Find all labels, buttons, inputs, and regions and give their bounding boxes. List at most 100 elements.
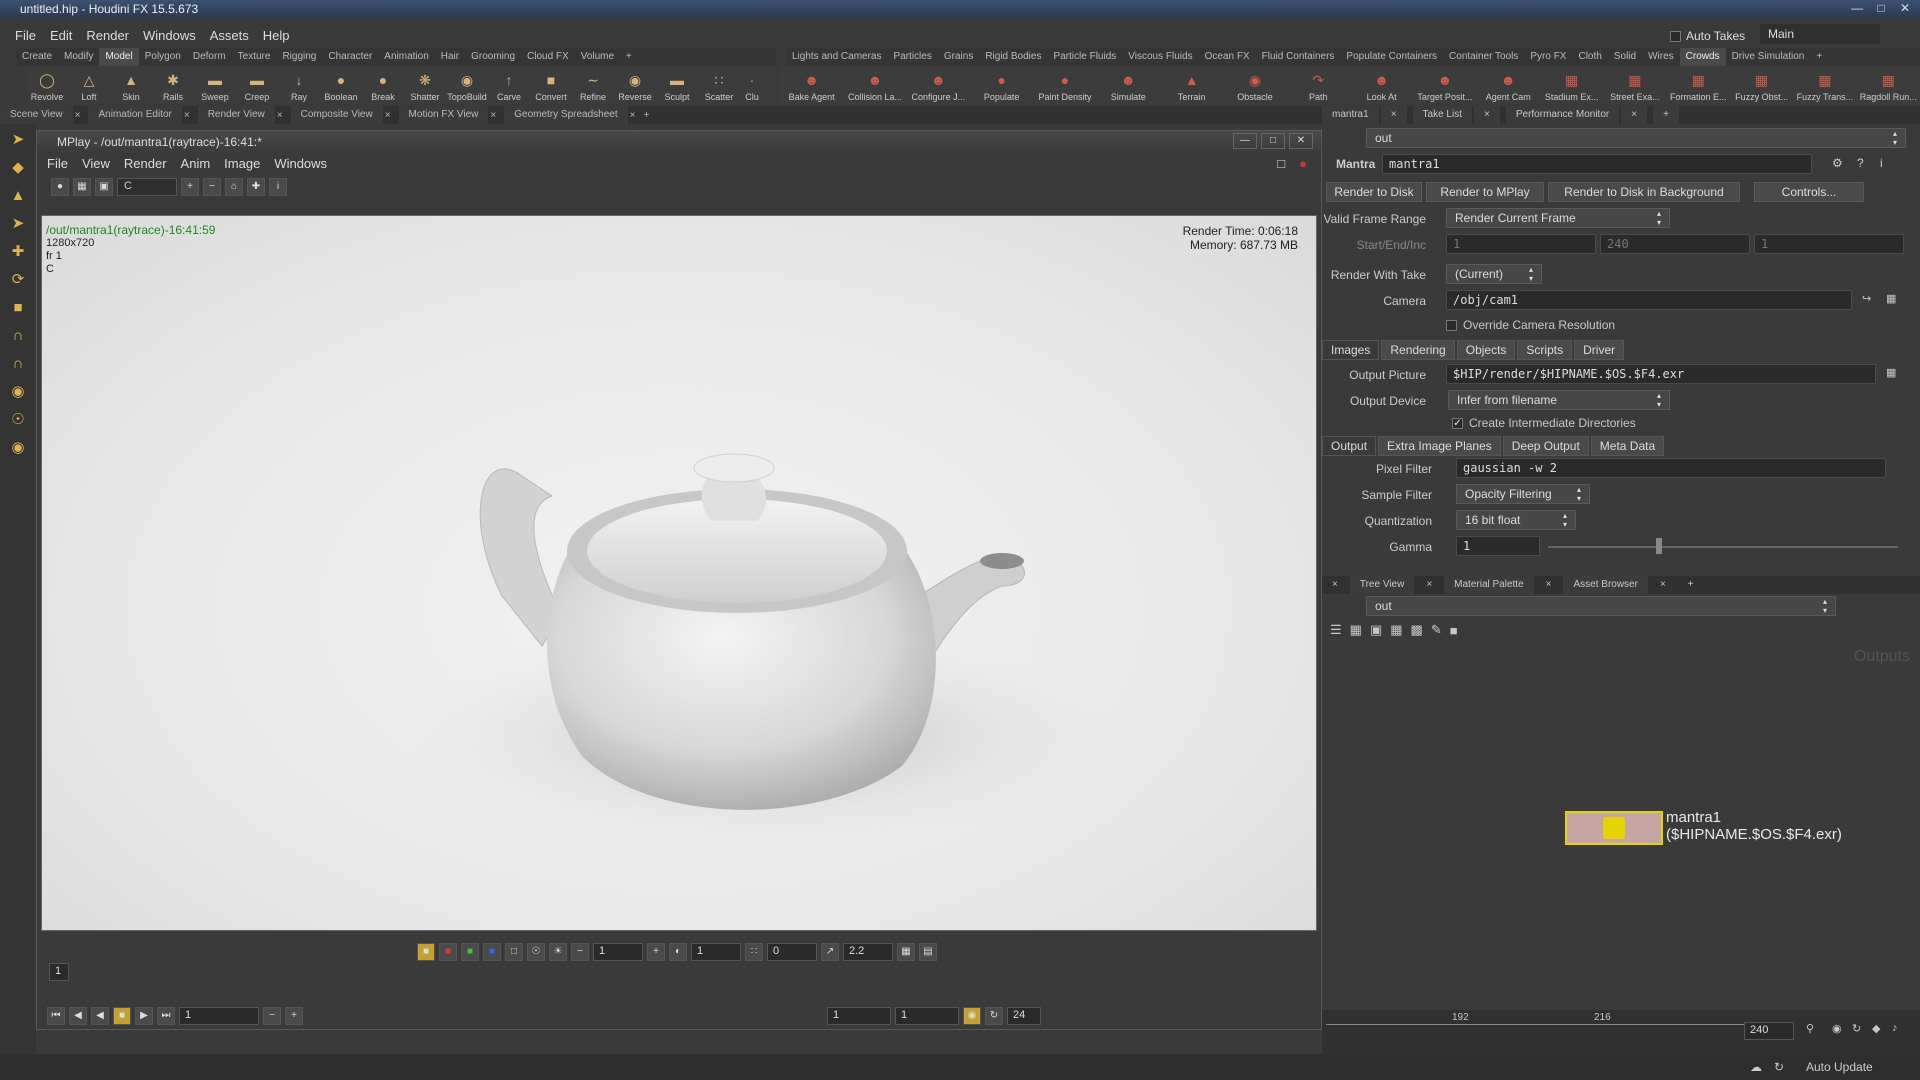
prev-key-icon[interactable]: ◀ xyxy=(69,1007,87,1025)
list-icon[interactable]: ☰ xyxy=(1330,622,1342,638)
tab-motion-fx-view[interactable]: Motion FX View xyxy=(398,106,489,124)
inc-frame-field[interactable]: 1 xyxy=(1754,234,1904,254)
controls-button[interactable]: Controls... xyxy=(1754,182,1864,202)
tool-skin[interactable]: ▲ Skin xyxy=(110,69,152,102)
tool-street-example[interactable]: ▦ Street Exa... xyxy=(1603,69,1666,102)
camera-field[interactable]: /obj/cam1 xyxy=(1446,290,1852,310)
tool-populate[interactable]: ● Populate xyxy=(970,69,1033,102)
tool-refine[interactable]: ∼ Refine xyxy=(572,69,614,102)
shelf-tab-animation[interactable]: Animation xyxy=(378,48,434,66)
node-name-field[interactable]: mantra1 xyxy=(1382,154,1812,174)
menu-assets[interactable]: Assets xyxy=(203,26,256,46)
shelf-tab-lights-cameras[interactable]: Lights and Cameras xyxy=(786,48,888,66)
render-background-button[interactable]: Render to Disk in Background xyxy=(1548,182,1740,202)
tool-convert[interactable]: ■ Convert xyxy=(530,69,572,102)
shelf-tab-model[interactable]: Model xyxy=(99,48,139,66)
shelf-tab-hair[interactable]: Hair xyxy=(435,48,465,66)
close-button[interactable]: ✕ xyxy=(1894,0,1916,16)
close-tab-icon[interactable]: × xyxy=(630,110,636,121)
close-tab-icon[interactable]: × xyxy=(1536,576,1562,594)
red-channel-icon[interactable]: ■ xyxy=(439,943,457,961)
tool-stadium-example[interactable]: ▦ Stadium Ex... xyxy=(1540,69,1603,102)
magnifier-icon[interactable]: ⚲ xyxy=(1806,1022,1814,1035)
close-tab-icon[interactable]: × xyxy=(184,110,190,121)
current-frame-field[interactable]: 1 xyxy=(179,1007,259,1025)
pose-icon[interactable]: ➤ xyxy=(6,212,30,236)
tab-take-list[interactable]: Take List xyxy=(1412,106,1472,124)
help-icon[interactable]: ? xyxy=(1857,156,1864,170)
tool-collision-layer[interactable]: ☻ Collision La... xyxy=(843,69,906,102)
snap-icon[interactable]: ∩ xyxy=(6,324,30,348)
mplay-maximize-button[interactable]: □ xyxy=(1261,133,1285,149)
tool-break[interactable]: ● Break xyxy=(362,69,404,102)
shelf-tab-solid[interactable]: Solid xyxy=(1608,48,1642,66)
mplay-menu-windows[interactable]: Windows xyxy=(274,153,327,175)
tab-mantra1[interactable]: mantra1 xyxy=(1322,106,1379,124)
tool-formation-example[interactable]: ▦ Formation E... xyxy=(1667,69,1730,102)
mplay-menu-file[interactable]: File xyxy=(47,153,68,175)
create-dirs[interactable]: ✓ Create Intermediate Directories xyxy=(1452,416,1636,430)
audio-icon[interactable]: ♪ xyxy=(1892,1022,1898,1034)
auto-takes[interactable]: Auto Takes xyxy=(1670,26,1745,46)
fps-field[interactable]: 24 xyxy=(1007,1007,1041,1025)
output-picture-field[interactable]: $HIP/render/$HIPNAME.$OS.$F4.exr xyxy=(1446,364,1876,384)
tool-fuzzy-obstacle[interactable]: ▦ Fuzzy Obst... xyxy=(1730,69,1793,102)
auto-update-select[interactable]: Auto Update xyxy=(1806,1060,1873,1074)
mplay-menu-anim[interactable]: Anim xyxy=(181,153,211,175)
tool-paint-density[interactable]: ● Paint Density xyxy=(1033,69,1096,102)
camera-icon[interactable]: ◉ xyxy=(6,380,30,404)
histogram-icon[interactable]: ▦ xyxy=(897,943,915,961)
shelf-tab-character[interactable]: Character xyxy=(322,48,378,66)
shelf-tab-rigid-bodies[interactable]: Rigid Bodies xyxy=(979,48,1047,66)
key-icon[interactable]: ◆ xyxy=(1872,1022,1880,1035)
close-tab-icon[interactable]: × xyxy=(1650,576,1676,594)
gamma-slider-handle[interactable] xyxy=(1656,538,1662,554)
close-tab-icon[interactable]: × xyxy=(1474,106,1500,124)
tool-look-at[interactable]: ☻ Look At xyxy=(1350,69,1413,102)
home-icon[interactable]: ⌂ xyxy=(225,178,243,196)
shelf-tab-cloud-fx[interactable]: Cloud FX xyxy=(521,48,575,66)
tool-topobuild[interactable]: ◉ TopoBuild xyxy=(446,69,488,102)
mplay-close-button[interactable]: ✕ xyxy=(1289,133,1313,149)
range-end-field[interactable]: 1 xyxy=(895,1007,959,1025)
shelf-tab-texture[interactable]: Texture xyxy=(232,48,277,66)
menu-edit[interactable]: Edit xyxy=(43,26,79,46)
add-tab-icon[interactable]: + xyxy=(1653,106,1679,124)
display-icon[interactable]: ▣ xyxy=(95,178,113,196)
lut-gamma-field[interactable]: 2.2 xyxy=(843,943,893,961)
tab-scripts[interactable]: Scripts xyxy=(1517,340,1573,360)
network-path-select[interactable]: out xyxy=(1366,128,1906,148)
shelf-tab-create[interactable]: Create xyxy=(16,48,58,66)
stop-icon[interactable]: ■ xyxy=(113,1007,131,1025)
shelf-tab-drive-simulation[interactable]: Drive Simulation xyxy=(1726,48,1811,66)
tab-material-palette[interactable]: Material Palette xyxy=(1444,576,1534,594)
mplay-menu-view[interactable]: View xyxy=(82,153,110,175)
channel-select[interactable]: C xyxy=(117,178,177,196)
tool-ragdoll-run[interactable]: ▦ Ragdoll Run... xyxy=(1857,69,1920,102)
file-chooser-icon[interactable]: ▦ xyxy=(1886,366,1896,379)
shelf-tab-fluid-containers[interactable]: Fluid Containers xyxy=(1256,48,1341,66)
close-tab-icon[interactable]: × xyxy=(75,110,81,121)
menu-file[interactable]: File xyxy=(8,26,43,46)
tool-terrain[interactable]: ▲ Terrain xyxy=(1160,69,1223,102)
maximize-button[interactable]: □ xyxy=(1870,0,1892,16)
shelf-tab-volume[interactable]: Volume xyxy=(575,48,620,66)
grid-icon[interactable]: ▦ xyxy=(73,178,91,196)
create-dirs-checkbox[interactable]: ✓ xyxy=(1452,417,1463,429)
tool-boolean[interactable]: ● Boolean xyxy=(320,69,362,102)
stop-render-icon[interactable]: ● xyxy=(1299,153,1307,175)
shelf-tab-grooming[interactable]: Grooming xyxy=(465,48,521,66)
scale-icon[interactable]: ■ xyxy=(6,296,30,320)
end-frame-field[interactable]: 240 xyxy=(1600,234,1750,254)
view-icon[interactable]: ▲ xyxy=(6,184,30,208)
tool-revolve[interactable]: ◯ Revolve xyxy=(26,69,68,102)
handle-icon[interactable]: ◆ xyxy=(6,156,30,180)
shelf-tab-container-tools[interactable]: Container Tools xyxy=(1443,48,1524,66)
zoom-out-icon[interactable]: − xyxy=(203,178,221,196)
shelf-tab-pyro-fx[interactable]: Pyro FX xyxy=(1524,48,1572,66)
shelf-tab-crowds[interactable]: Crowds xyxy=(1679,48,1726,66)
add-shelf-icon[interactable]: + xyxy=(1810,48,1828,66)
tool-ray[interactable]: ↓ Ray xyxy=(278,69,320,102)
tool-carve[interactable]: ↑ Carve xyxy=(488,69,530,102)
render-icon[interactable]: ◉ xyxy=(6,436,30,460)
